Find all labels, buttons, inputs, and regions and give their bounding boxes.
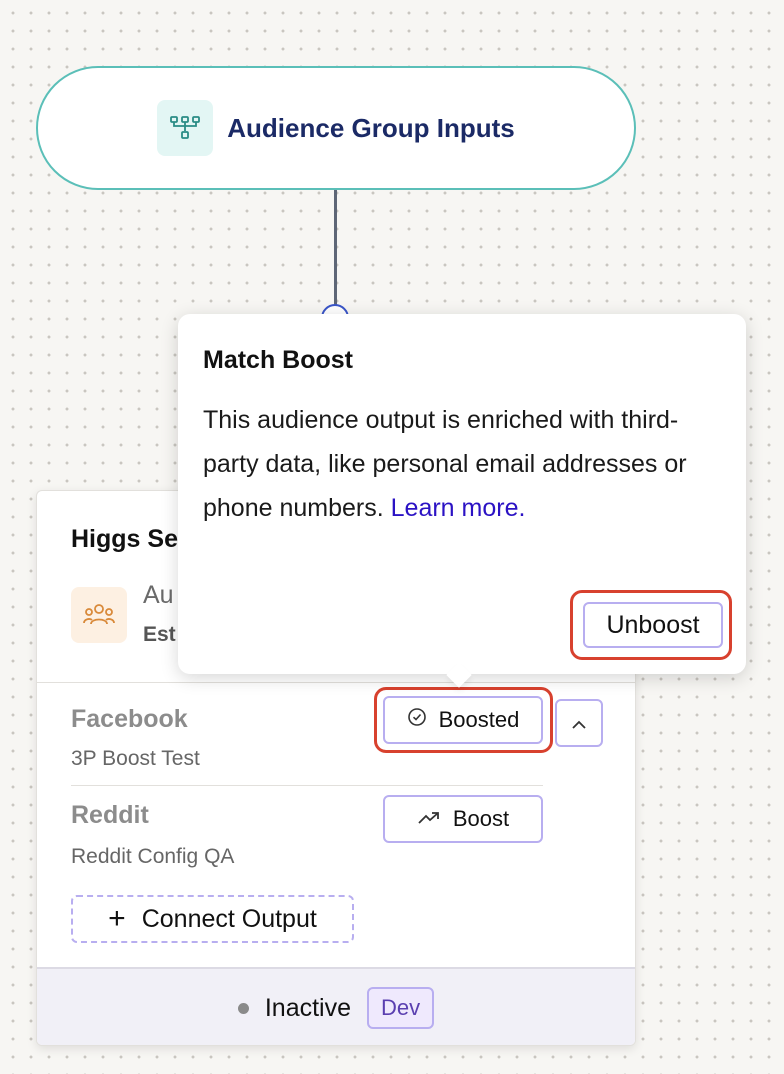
output-name-facebook: Facebook bbox=[71, 705, 188, 733]
connect-output-label: Connect Output bbox=[141, 904, 317, 933]
unboost-button[interactable]: Unboost bbox=[583, 602, 723, 648]
check-circle-icon bbox=[407, 707, 427, 733]
match-boost-popover: Match Boost This audience output is enri… bbox=[178, 314, 746, 688]
card-title: Higgs Se bbox=[71, 525, 178, 553]
collapse-button[interactable] bbox=[555, 699, 603, 747]
chevron-up-icon bbox=[571, 710, 587, 736]
status-text: Inactive bbox=[264, 993, 352, 1022]
connect-output-button[interactable]: + Connect Output bbox=[71, 895, 354, 943]
connector-line bbox=[334, 190, 337, 315]
learn-more-link[interactable]: Learn more. bbox=[391, 494, 526, 522]
hierarchy-icon bbox=[157, 100, 214, 156]
card-divider bbox=[37, 682, 635, 683]
plus-icon: + bbox=[108, 902, 126, 935]
boosted-button[interactable]: Boosted bbox=[383, 696, 543, 744]
row-divider bbox=[71, 785, 543, 786]
environment-badge: Dev bbox=[367, 987, 435, 1029]
audience-group-inputs-node[interactable]: Audience Group Inputs bbox=[36, 66, 636, 190]
boosted-label: Boosted bbox=[438, 707, 520, 732]
popover-title: Match Boost bbox=[203, 346, 353, 374]
boost-button[interactable]: Boost bbox=[383, 795, 543, 843]
trending-up-icon bbox=[417, 806, 441, 832]
people-icon bbox=[71, 587, 127, 643]
status-dot-icon bbox=[237, 1002, 249, 1014]
popover-body: This audience output is enriched with th… bbox=[203, 398, 713, 530]
audience-estimate: Est bbox=[143, 623, 176, 646]
output-config-facebook: 3P Boost Test bbox=[71, 747, 200, 770]
boost-label: Boost bbox=[452, 806, 510, 831]
node-title: Audience Group Inputs bbox=[227, 112, 515, 143]
output-config-reddit: Reddit Config QA bbox=[71, 845, 235, 868]
output-name-reddit: Reddit bbox=[71, 801, 149, 829]
card-footer: Inactive Dev bbox=[37, 967, 635, 1045]
audience-label: Au bbox=[143, 581, 174, 609]
